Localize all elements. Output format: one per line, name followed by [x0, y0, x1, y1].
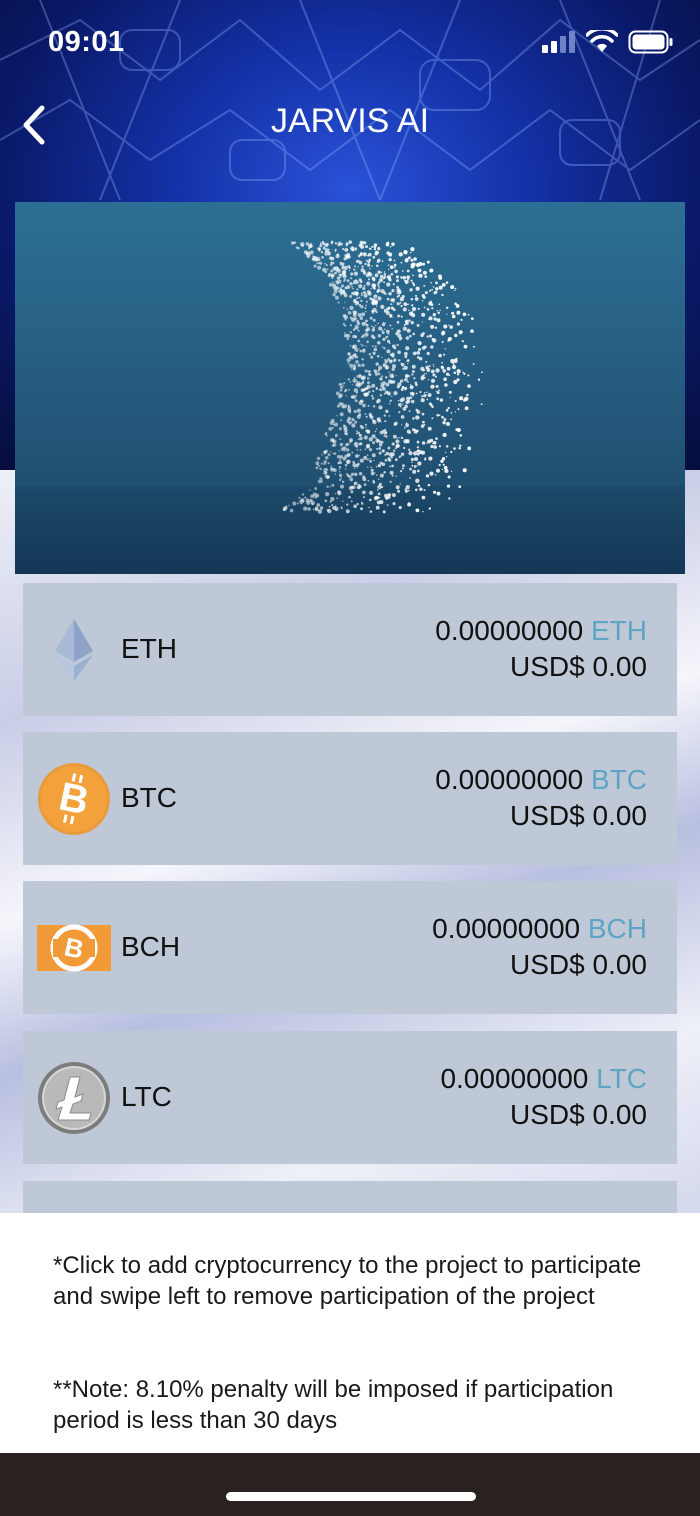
coin-card-btc[interactable]: B BTC 0.00000000 BTC USD$ 0.00: [23, 732, 677, 865]
coin-symbol: ETH: [121, 633, 177, 664]
amount-value: 0.00000000: [432, 913, 581, 944]
app-screen: 09:01 JARVIS AI ETH 0.00000000 ETH USD$ …: [0, 0, 700, 1516]
coin-symbol: BCH: [121, 931, 181, 962]
coin-usd-value: USD$ 0.00: [510, 651, 647, 682]
coin-symbol: BTC: [121, 782, 177, 813]
cellular-signal-icon: [542, 31, 575, 53]
page-title: JARVIS AI: [270, 102, 430, 140]
amount-value: 0.00000000: [435, 615, 584, 646]
btc-icon: B: [38, 763, 110, 835]
status-icons: [542, 30, 674, 54]
instruction-note: *Click to add cryptocurrency to the proj…: [53, 1252, 642, 1310]
bch-icon: B: [37, 924, 111, 972]
coin-amount: 0.00000000 LTC: [440, 1063, 647, 1095]
project-banner-image: [15, 202, 685, 574]
amount-unit: BCH: [587, 913, 647, 944]
amount-value: 0.00000000: [435, 764, 584, 795]
coin-usd-value: USD$ 0.00: [510, 949, 647, 980]
coin-symbol: LTC: [121, 1081, 172, 1112]
coin-card-ltc[interactable]: LTC 0.00000000 LTC USD$ 0.00: [23, 1031, 677, 1164]
particle-face-illustration: [282, 240, 483, 514]
amount-unit: BTC: [591, 764, 647, 795]
home-bar-area: [0, 1453, 700, 1516]
ltc-icon: [38, 1062, 110, 1134]
penalty-note: **Note: 8.10% penalty will be imposed if…: [53, 1376, 614, 1434]
coin-usd-value: USD$ 0.00: [510, 800, 647, 831]
amount-unit: LTC: [596, 1063, 647, 1094]
coin-amount: 0.00000000 ETH: [435, 615, 647, 647]
coin-usd-value: USD$ 0.00: [510, 1099, 647, 1130]
amount-value: 0.00000000: [440, 1063, 589, 1094]
notes-panel: *Click to add cryptocurrency to the proj…: [0, 1213, 700, 1453]
battery-icon: [628, 30, 673, 54]
coin-card-eth[interactable]: ETH 0.00000000 ETH USD$ 0.00: [23, 583, 677, 716]
wifi-icon: [586, 30, 618, 52]
eth-icon: [55, 619, 93, 681]
status-time: 09:01: [48, 26, 125, 58]
amount-unit: ETH: [591, 615, 647, 646]
coin-card-bch[interactable]: B BCH 0.00000000 BCH USD$ 0.00: [23, 881, 677, 1014]
coin-amount: 0.00000000 BCH: [432, 913, 647, 945]
home-indicator[interactable]: [226, 1492, 476, 1501]
coin-amount: 0.00000000 BTC: [435, 764, 647, 796]
